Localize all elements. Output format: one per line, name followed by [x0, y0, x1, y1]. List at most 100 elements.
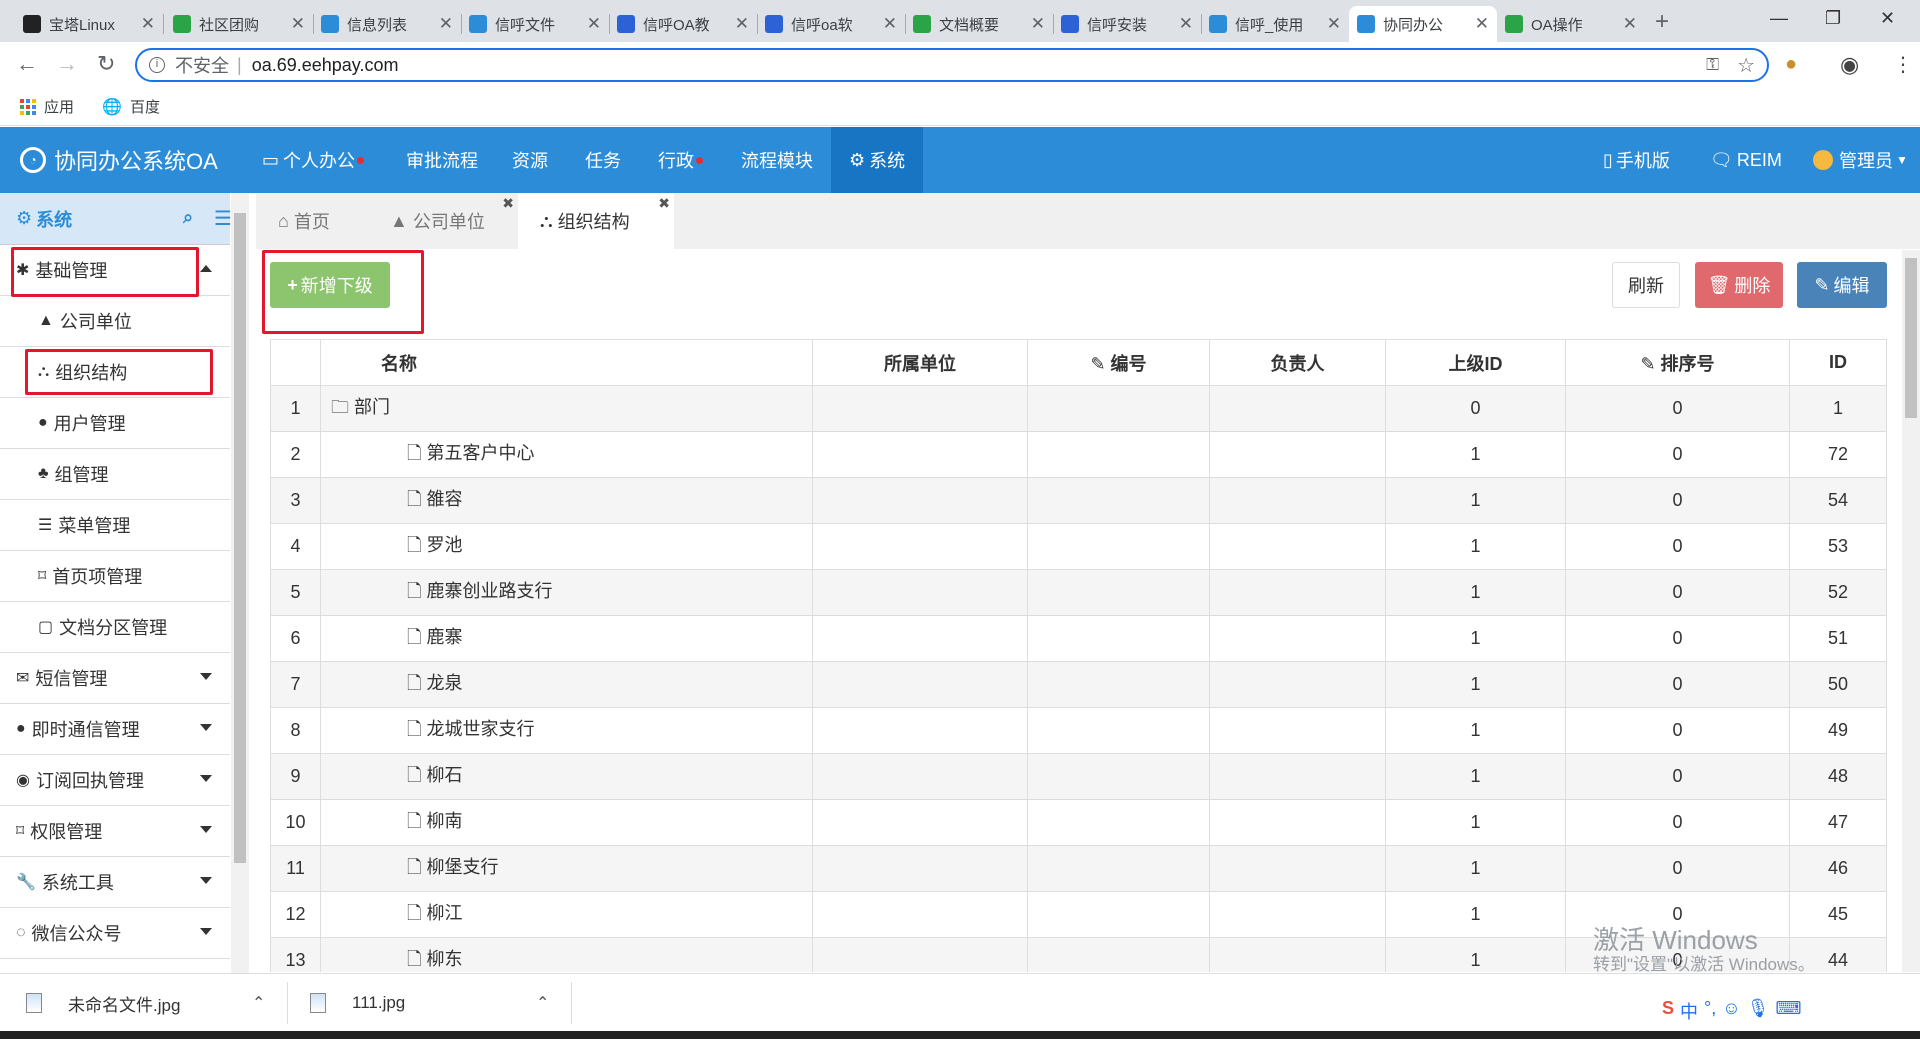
- main-scrollbar-thumb[interactable]: [1905, 258, 1917, 418]
- close-tab-icon[interactable]: ✕: [141, 14, 155, 34]
- col-sort[interactable]: ✎ 排序号: [1565, 339, 1790, 386]
- close-tab-icon[interactable]: ✖: [502, 195, 514, 212]
- browser-tab[interactable]: 文档概要 ✕: [905, 6, 1053, 42]
- table-row[interactable]: 7 🗋 龙泉 1 0 50: [270, 661, 1887, 708]
- sidebar-item[interactable]: 🔧 系统工具: [0, 857, 230, 908]
- table-row[interactable]: 6 🗋 鹿寨 1 0 51: [270, 615, 1887, 662]
- app-brand[interactable]: ◔ 协同办公系统OA: [20, 127, 218, 193]
- menu-toggle-icon[interactable]: ☰: [214, 206, 232, 231]
- table-row[interactable]: 1 🗀 部门 0 0 1: [270, 385, 1887, 432]
- new-tab-icon[interactable]: +: [1655, 8, 1669, 36]
- nav-workflow-modules[interactable]: 流程模块: [741, 127, 813, 193]
- col-code[interactable]: ✎ 编号: [1027, 339, 1210, 386]
- address-bar[interactable]: i 不安全 | oa.69.eehpay.com ⚿ ☆: [135, 48, 1769, 82]
- ime-toolbar[interactable]: S 中 °, ☺ 🎙 ⌨: [1662, 998, 1801, 1024]
- nav-approval[interactable]: 审批流程: [406, 127, 478, 193]
- browser-tab[interactable]: 信呼安装 ✕: [1053, 6, 1201, 42]
- close-tab-icon[interactable]: ✕: [1327, 14, 1341, 34]
- col-owner[interactable]: 负责人: [1209, 339, 1386, 386]
- close-tab-icon[interactable]: ✕: [291, 14, 305, 34]
- close-tab-icon[interactable]: ✕: [1179, 14, 1193, 34]
- close-tab-icon[interactable]: ✕: [883, 14, 897, 34]
- add-child-button[interactable]: + 新增下级: [270, 262, 390, 308]
- browser-tab[interactable]: 信呼oa软 ✕: [757, 6, 905, 42]
- table-row[interactable]: 4 🗋 罗池 1 0 53: [270, 523, 1887, 570]
- browser-tab[interactable]: 信呼OA教 ✕: [609, 6, 757, 42]
- edit-button[interactable]: ✎ 编辑: [1797, 262, 1887, 308]
- browser-tab[interactable]: OA操作 ✕: [1497, 6, 1645, 42]
- nav-admin[interactable]: 行政: [658, 127, 703, 193]
- table-row[interactable]: 8 🗋 龙城世家支行 1 0 49: [270, 707, 1887, 754]
- sidebar-item[interactable]: ▲ 公司单位: [0, 296, 230, 347]
- sidebar-scrollbar-thumb[interactable]: [234, 213, 246, 863]
- profile-icon[interactable]: ◉: [1840, 52, 1859, 78]
- sidebar-item[interactable]: ▢ 文档分区管理: [0, 602, 230, 653]
- table-row[interactable]: 10 🗋 柳南 1 0 47: [270, 799, 1887, 846]
- table-row[interactable]: 5 🗋 鹿寨创业路支行 1 0 52: [270, 569, 1887, 616]
- back-icon[interactable]: ←: [16, 51, 38, 77]
- browser-tab[interactable]: 协同办公 ✕: [1349, 6, 1497, 42]
- chevron-up-icon[interactable]: ⌃: [252, 993, 265, 1013]
- sidebar-item[interactable]: ⌑ 权限管理: [0, 806, 230, 857]
- sidebar-item[interactable]: ◌ 微信公众号: [0, 908, 230, 959]
- key-icon[interactable]: ⚿: [1706, 55, 1719, 75]
- nav-resources[interactable]: 资源: [512, 127, 548, 193]
- sidebar-item[interactable]: ⌑ 首页项管理: [0, 551, 230, 602]
- close-tab-icon[interactable]: ✕: [587, 14, 601, 34]
- browser-tab[interactable]: 信呼_使用 ✕: [1201, 6, 1349, 42]
- close-tab-icon[interactable]: ✕: [1475, 14, 1489, 34]
- browser-tab[interactable]: 宝塔Linux ✕: [15, 6, 163, 42]
- browser-tab[interactable]: 信息列表 ✕: [313, 6, 461, 42]
- info-icon[interactable]: i: [149, 57, 165, 73]
- bookmark-baidu[interactable]: 🌐 百度: [102, 96, 160, 117]
- nav-system[interactable]: ⚙ 系统: [831, 127, 924, 193]
- col-name[interactable]: 名称: [320, 339, 813, 386]
- tab-org-structure[interactable]: ⛬ 组织结构 ✖: [518, 193, 674, 249]
- main-scrollbar[interactable]: [1902, 250, 1920, 972]
- sidebar-item[interactable]: ● 即时通信管理: [0, 704, 230, 755]
- table-row[interactable]: 9 🗋 柳石 1 0 48: [270, 753, 1887, 800]
- forward-icon[interactable]: →: [56, 51, 78, 77]
- sidebar-item[interactable]: ● 用户管理: [0, 398, 230, 449]
- minimize-icon[interactable]: —: [1770, 8, 1788, 29]
- cookie-extension-icon[interactable]: ●: [1785, 53, 1797, 76]
- download-item[interactable]: 111.jpg ⌃: [310, 974, 560, 1032]
- close-tab-icon[interactable]: ✕: [1031, 14, 1045, 34]
- close-tab-icon[interactable]: ✖: [658, 195, 670, 212]
- nav-personal[interactable]: ▭ 个人办公: [262, 127, 365, 193]
- bookmark-star-icon[interactable]: ☆: [1737, 53, 1755, 78]
- reload-icon[interactable]: ↻: [97, 51, 115, 77]
- close-tab-icon[interactable]: ✕: [439, 14, 453, 34]
- chevron-up-icon[interactable]: ⌃: [536, 993, 549, 1013]
- close-window-icon[interactable]: ✕: [1880, 8, 1895, 29]
- sidebar-item[interactable]: ◉ 订阅回执管理: [0, 755, 230, 806]
- table-row[interactable]: 3 🗋 雒容 1 0 54: [270, 477, 1887, 524]
- col-id[interactable]: ID: [1789, 339, 1887, 386]
- refresh-button[interactable]: 刷新: [1612, 262, 1680, 308]
- menu-dots-icon[interactable]: ⋮: [1893, 52, 1913, 77]
- url-text[interactable]: oa.69.eehpay.com: [252, 55, 399, 76]
- close-tab-icon[interactable]: ✕: [735, 14, 749, 34]
- maximize-icon[interactable]: ❐: [1825, 8, 1841, 29]
- nav-mobile[interactable]: ▯ 手机版: [1603, 127, 1670, 193]
- table-row[interactable]: 2 🗋 第五客户中心 1 0 72: [270, 431, 1887, 478]
- search-icon[interactable]: ⌕: [183, 207, 193, 228]
- table-row[interactable]: 11 🗋 柳堡支行 1 0 46: [270, 845, 1887, 892]
- close-tab-icon[interactable]: ✕: [1623, 14, 1637, 34]
- browser-tab[interactable]: 社区团购 ✕: [165, 6, 313, 42]
- sidebar-item[interactable]: ☰ 菜单管理: [0, 500, 230, 551]
- sidebar-item[interactable]: ✉ 短信管理: [0, 653, 230, 704]
- col-unit[interactable]: 所属单位: [812, 339, 1028, 386]
- sidebar-item[interactable]: ♣ 组管理: [0, 449, 230, 500]
- nav-reim[interactable]: 🗨 REIM: [1710, 127, 1782, 193]
- browser-tab[interactable]: 信呼文件 ✕: [461, 6, 609, 42]
- bookmark-apps[interactable]: 应用: [20, 96, 74, 117]
- nav-tasks[interactable]: 任务: [585, 127, 621, 193]
- delete-button[interactable]: 🗑 删除: [1695, 262, 1783, 308]
- tab-home[interactable]: ⌂ 首页: [256, 193, 352, 249]
- col-parent-id[interactable]: 上级ID: [1385, 339, 1566, 386]
- sidebar-scrollbar[interactable]: [231, 193, 249, 973]
- nav-admin-user[interactable]: 管理员 ▼: [1813, 127, 1908, 193]
- tab-company[interactable]: ▲ 公司单位 ✖: [368, 193, 518, 249]
- download-item[interactable]: 未命名文件.jpg ⌃: [26, 974, 276, 1032]
